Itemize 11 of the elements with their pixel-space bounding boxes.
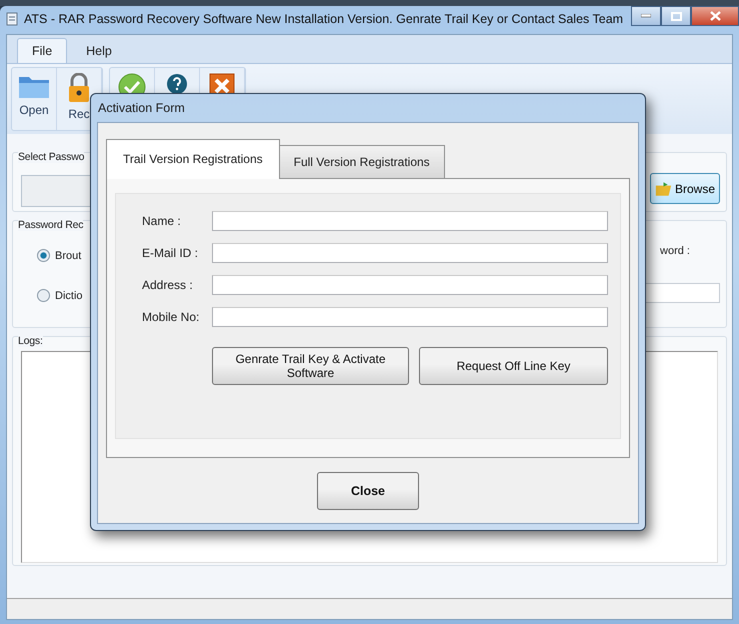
group-label: Password Rec: [18, 219, 84, 231]
window-title: ATS - RAR Password Recovery Software New Installation Version. Genrate Trail Key or Contact Sales Team: [24, 12, 624, 26]
field-label: Address :: [142, 278, 194, 292]
field-label: Mobile No:: [142, 310, 200, 324]
radio-label: Brout: [55, 250, 82, 262]
field-label: Name :: [142, 214, 182, 228]
radio-label: Dictio: [55, 290, 83, 302]
field-label: word :: [660, 245, 690, 257]
group-label: Select Passwo: [18, 151, 84, 163]
field-label: E-Mail ID :: [142, 246, 200, 260]
group-label: Logs:: [18, 335, 43, 347]
